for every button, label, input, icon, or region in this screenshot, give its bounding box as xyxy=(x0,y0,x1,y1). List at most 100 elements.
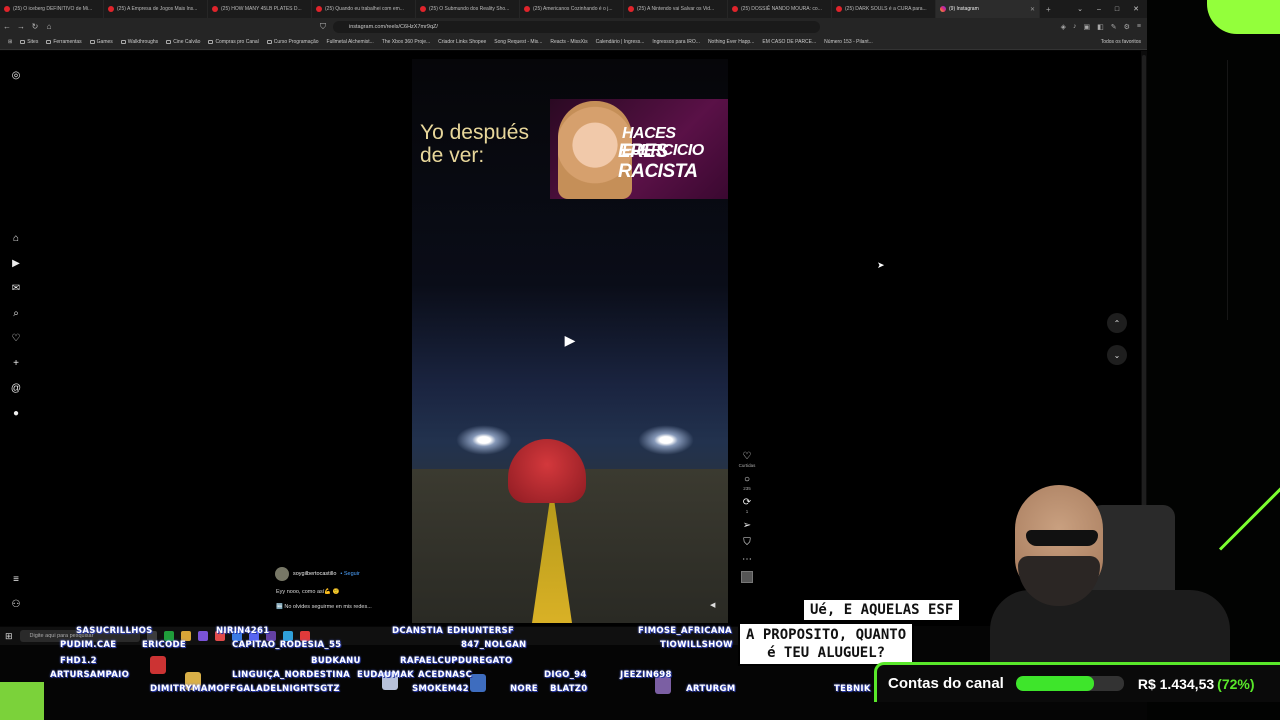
bookmark-item[interactable]: The Xbox 360 Proje... xyxy=(378,39,434,45)
browser-tab[interactable]: (25) DOSSIÊ NANDO MOURA: co... xyxy=(728,0,832,18)
chat-nick: FHD1.2 xyxy=(60,656,97,666)
extension-icon[interactable]: ♪ xyxy=(1073,23,1077,31)
maximize-icon[interactable]: □ xyxy=(1115,6,1119,13)
all-bookmarks[interactable]: Todos os favoritos xyxy=(1101,39,1141,45)
bookmark-item[interactable]: Fullmetal Alchemist... xyxy=(323,39,378,45)
create-nav-icon[interactable]: + xyxy=(8,355,24,371)
reel-description[interactable]: 🆓 No olvides seguirme en mis redes... xyxy=(276,604,372,610)
messages-nav-icon[interactable]: ✉ xyxy=(8,280,24,296)
bookmark-label: Calendário | Ingress... xyxy=(595,39,645,45)
tab-label: (25) A Empresa de Jogos Mais Ins... xyxy=(117,6,198,12)
browser-tab[interactable]: (25) O Submundo dos Reality Sho... xyxy=(416,0,520,18)
menu-icon[interactable]: ≡ xyxy=(1137,23,1141,31)
forward-icon[interactable]: → xyxy=(14,22,28,31)
bookmark-label: Nothing Ever Happ... xyxy=(707,39,755,45)
bookmark-item[interactable]: Walkthroughs xyxy=(117,39,162,45)
bookmarks-grid-icon[interactable]: ⊞ xyxy=(4,39,16,45)
chat-nick: EDHUNTERSF xyxy=(447,626,515,636)
tab-label: (25) DARK SOULS é a CURA para... xyxy=(845,6,927,12)
extension-icon[interactable]: ✎ xyxy=(1111,23,1117,31)
extension-icon[interactable]: ▣ xyxy=(1084,23,1091,31)
browser-tab[interactable]: (25) A Empresa de Jogos Mais Ins... xyxy=(104,0,208,18)
repost-button[interactable]: ⟳ 1 xyxy=(743,497,751,514)
bookmark-item[interactable]: Curso Programação xyxy=(263,39,323,45)
home-icon[interactable]: ⌂ xyxy=(42,22,56,31)
meta-icon[interactable]: ⚇ xyxy=(8,596,24,612)
url-field[interactable]: instagram.com/reels/C6HzX7mr9qZ/ xyxy=(333,20,820,33)
reels-nav-icon[interactable]: ▶ xyxy=(8,255,24,271)
browser-tab[interactable]: (25) HOW MANY 45LB PLATES D... xyxy=(208,0,312,18)
more-menu-icon[interactable]: ≡ xyxy=(8,571,24,587)
tab-label: (25) DOSSIÊ NANDO MOURA: co... xyxy=(741,6,822,12)
browser-tab[interactable]: (25) Americanos Cozinhando é o j... xyxy=(520,0,624,18)
browser-tab[interactable]: (25) DARK SOULS é a CURA para... xyxy=(832,0,936,18)
bookmark-item[interactable]: Ingressos para IRO... xyxy=(648,39,704,45)
comment-button[interactable]: ○ 235 xyxy=(743,474,751,491)
audio-thumbnail xyxy=(741,571,753,583)
bookmark-item[interactable]: Ferramentas xyxy=(42,39,85,45)
like-button[interactable]: ♡ Curtidas xyxy=(739,451,756,468)
bookmark-item[interactable]: EM CASO DE PARCE... xyxy=(758,39,820,45)
share-button[interactable]: ➢ xyxy=(743,520,751,531)
home-nav-icon[interactable]: ⌂ xyxy=(8,230,24,246)
next-reel-button[interactable]: ⌄ xyxy=(1107,345,1127,365)
bookmark-item[interactable]: Número 153 - Pilant... xyxy=(820,39,877,45)
video-caption-line: Yo después xyxy=(420,121,529,144)
bookmark-label: Criador Links Shopee xyxy=(438,39,487,45)
threads-nav-icon[interactable]: @ xyxy=(8,380,24,396)
play-icon[interactable]: ▶ xyxy=(560,330,580,350)
bookmark-item[interactable]: Compras pro Canal xyxy=(204,39,262,45)
browser-tab-active[interactable]: (9) Instagram ✕ xyxy=(936,0,1040,18)
overlay-panel xyxy=(1227,60,1271,320)
extension-icon[interactable]: ⚙ xyxy=(1124,23,1130,31)
browser-tab[interactable]: (25) Quando eu trabalhei com em... xyxy=(312,0,416,18)
chat-nick: NORE xyxy=(510,684,538,694)
new-tab-icon[interactable]: + xyxy=(1040,5,1051,14)
bookmark-item[interactable]: Song Request - Mis... xyxy=(490,39,546,45)
screen: (25) O iceberg DEFINITIVO de Mi... (25) … xyxy=(0,0,1280,720)
search-nav-icon[interactable]: ⌕ xyxy=(8,305,24,321)
bookmark-page-icon[interactable]: ⛉ xyxy=(316,22,330,32)
folder-icon xyxy=(89,40,95,44)
reload-icon[interactable]: ↻ xyxy=(28,22,42,31)
previous-reel-button[interactable]: ⌃ xyxy=(1107,313,1127,333)
bookmark-item[interactable]: Reacts - MissXis xyxy=(546,39,591,45)
mute-icon[interactable]: ◀ xyxy=(710,601,720,611)
more-options-button[interactable]: ⋯ xyxy=(742,554,752,565)
close-tab-icon[interactable]: ✕ xyxy=(1030,6,1035,13)
back-icon[interactable]: ← xyxy=(0,22,14,31)
bookmark-item[interactable]: Nothing Ever Happ... xyxy=(704,39,758,45)
browser-tab[interactable]: (25) O iceberg DEFINITIVO de Mi... xyxy=(0,0,104,18)
follow-button[interactable]: • Seguir xyxy=(340,571,359,577)
bookmark-item[interactable]: Cine Calvão xyxy=(162,39,204,45)
accounts-percent: (72%) xyxy=(1217,675,1255,692)
extension-icon[interactable]: ◧ xyxy=(1097,23,1104,31)
bookmark-item[interactable]: Criador Links Shopee xyxy=(434,39,490,45)
tab-label: (25) HOW MANY 45LB PLATES D... xyxy=(221,6,302,12)
reel-owner: soygilbertocastillo • Seguir xyxy=(275,567,360,581)
audio-button[interactable] xyxy=(741,571,753,583)
comment-icon: ○ xyxy=(743,474,751,485)
owner-avatar[interactable] xyxy=(275,567,289,581)
bookmark-item[interactable]: Sites xyxy=(16,39,42,45)
bookmark-item[interactable]: Calendário | Ingress... xyxy=(592,39,649,45)
browser-tab[interactable]: (25) A Nintendo vai Salvar os Vid... xyxy=(624,0,728,18)
bookmark-label: Cine Calvão xyxy=(173,39,201,45)
inset-text-line: ERES RACISTA xyxy=(618,141,698,182)
close-window-icon[interactable]: ✕ xyxy=(1133,5,1139,13)
tab-search-icon[interactable]: ⌄ xyxy=(1077,5,1083,13)
reel-video[interactable]: Yo después de ver: HACES EJERCICIO ERES … xyxy=(412,59,728,623)
instagram-logo-icon[interactable]: ◎ xyxy=(8,67,24,83)
bookmark-item[interactable]: Games xyxy=(86,39,117,45)
owner-username[interactable]: soygilbertocastillo xyxy=(293,571,336,577)
minimize-icon[interactable]: – xyxy=(1097,6,1101,13)
chat-nick: RAFAELCUPDUREGATO xyxy=(400,656,513,666)
notifications-nav-icon[interactable]: ♡ xyxy=(8,330,24,346)
chat-nick: ACEDNASC xyxy=(418,670,473,680)
chat-nick: TIOWILLSHOW xyxy=(660,640,733,650)
folder-icon xyxy=(266,40,272,44)
extension-icon[interactable]: ◈ xyxy=(1061,23,1066,31)
save-button[interactable]: ⛉ xyxy=(743,537,751,548)
chat-sprite xyxy=(470,674,486,692)
profile-avatar-icon[interactable]: ● xyxy=(8,405,24,421)
